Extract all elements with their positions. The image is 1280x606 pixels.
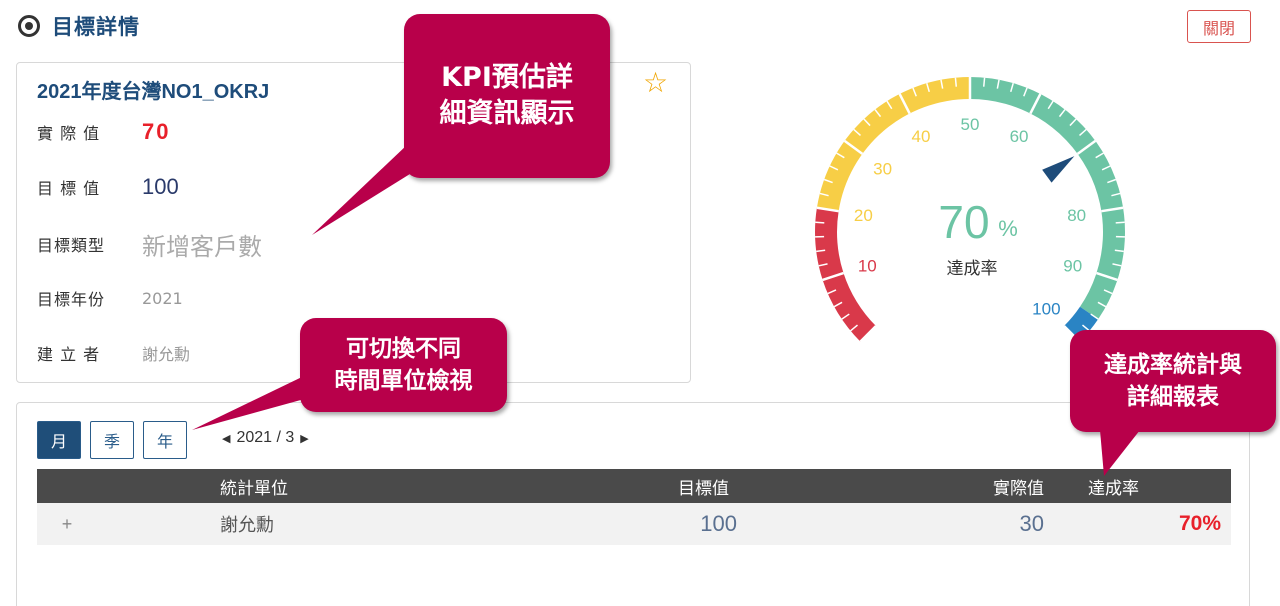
gauge-band-yellow: [816, 77, 970, 212]
period-year-button[interactable]: 年: [143, 421, 187, 459]
gauge-tick-label: 40: [912, 127, 931, 146]
kpi-title: 2021年度台灣NO1_OKRJ: [37, 81, 270, 103]
next-period-icon[interactable]: ▶: [300, 432, 308, 445]
close-button[interactable]: 關閉: [1187, 10, 1251, 43]
gauge-tick-label: 80: [1067, 206, 1086, 225]
col-rate: 達成率: [1088, 478, 1139, 499]
stats-table: 統計單位 目標值 實際值 達成率 + 謝允勳 100 30 70%: [37, 469, 1231, 545]
page-title: 目標詳情: [52, 16, 140, 39]
field-creator: 建 立 者 謝允勳: [37, 338, 190, 368]
field-type: 目標類型 新增客戶數: [37, 229, 262, 261]
field-actual: 實 際 值 70: [37, 117, 170, 147]
gauge-tick-label: 60: [1010, 127, 1029, 146]
target-year-value: 2021: [142, 288, 183, 308]
target-type-value: 新增客戶數: [142, 232, 262, 261]
gauge-tick-label: 50: [961, 115, 980, 134]
field-label: 實 際 值: [37, 124, 101, 143]
gauge-tick-label: 90: [1063, 256, 1082, 275]
callout-line: KPI預估詳: [441, 62, 573, 93]
target-value: 100: [142, 174, 179, 199]
callout-line: 可切換不同: [346, 336, 461, 362]
prev-period-icon[interactable]: ◀: [222, 432, 230, 445]
gauge-tick-label: 100: [1032, 299, 1060, 318]
gauge-label: 達成率: [947, 259, 998, 279]
row-rate: 70%: [1178, 512, 1221, 535]
gauge-band-green: [970, 77, 1125, 320]
callout-pointer: [312, 144, 426, 235]
period-month-button[interactable]: 月: [37, 421, 81, 459]
period-quarter-button[interactable]: 季: [90, 421, 134, 459]
callout-line: 時間單位檢視: [334, 368, 473, 394]
field-label: 建 立 者: [37, 345, 101, 364]
col-target: 目標值: [678, 478, 729, 499]
gauge-minor-tick: [815, 221, 825, 224]
creator-value: 謝允勳: [142, 345, 191, 364]
field-label: 目標類型: [37, 236, 106, 255]
col-unit: 統計單位: [220, 478, 288, 499]
target-icon: [18, 15, 40, 37]
field-label: 目標年份: [37, 290, 106, 309]
field-label: 目 標 值: [37, 179, 101, 198]
row-unit: 謝允勳: [220, 515, 274, 536]
table-header: 統計單位 目標值 實際值 達成率: [37, 469, 1231, 503]
gauge-minor-tick: [1115, 221, 1125, 224]
callout-line: 細資訊顯示: [439, 98, 575, 129]
row-actual: 30: [1019, 511, 1044, 536]
table-row: + 謝允勳 100 30 70%: [37, 503, 1231, 545]
gauge-minor-tick: [954, 77, 958, 87]
gauge-value: 70: [938, 196, 989, 248]
report-card: 月 季 年 ◀ 2021 / 3 ▶ 統計單位 目標值 實際值 達成率 + 謝允…: [16, 402, 1250, 606]
current-period: 2021 / 3: [236, 429, 295, 446]
row-target: 100: [700, 511, 737, 536]
actual-value: 70: [142, 119, 171, 144]
field-target: 目 標 值 100: [37, 172, 179, 202]
date-navigator: ◀ 2021 / 3 ▶: [222, 429, 309, 447]
gauge-tick-label: 10: [858, 256, 877, 275]
page-header: 目標詳情: [18, 10, 140, 42]
expand-icon[interactable]: +: [37, 514, 97, 535]
kpi-callout: KPI預估詳 細資訊顯示: [312, 14, 610, 235]
callout-pointer: [192, 376, 308, 430]
callout-line: 達成率統計與: [1104, 352, 1242, 378]
callout-pointer: [1100, 430, 1140, 476]
callout-line: 詳細報表: [1127, 384, 1219, 410]
col-actual: 實際值: [993, 478, 1044, 499]
gauge-unit: %: [998, 216, 1018, 241]
gauge-needle: [1042, 156, 1075, 183]
period-callout: 可切換不同 時間單位檢視: [192, 318, 507, 430]
gauge-minor-tick: [982, 77, 986, 87]
gauge-tick-label: 30: [873, 160, 892, 179]
star-icon[interactable]: ☆: [643, 69, 668, 97]
field-year: 目標年份 2021: [37, 283, 183, 313]
stats-callout: 達成率統計與 詳細報表: [1070, 330, 1276, 476]
gauge-tick-label: 20: [854, 206, 873, 225]
